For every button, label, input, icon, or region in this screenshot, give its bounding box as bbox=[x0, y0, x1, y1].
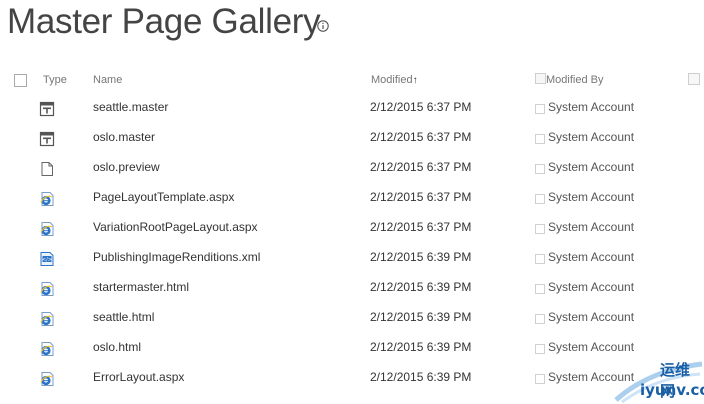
column-header-modified-by[interactable]: Modified By bbox=[546, 74, 603, 86]
column-checkbox[interactable] bbox=[688, 73, 700, 85]
table-row[interactable]: PageLayoutTemplate.aspx 2/12/2015 6:37 PM… bbox=[0, 184, 704, 214]
file-name-link[interactable]: PublishingImageRenditions.xml bbox=[93, 250, 260, 264]
table-row[interactable]: </> PublishingImageRenditions.xml 2/12/201… bbox=[0, 244, 704, 274]
generic-file-icon bbox=[39, 161, 55, 177]
user-presence-icon bbox=[535, 374, 545, 384]
user-presence-icon bbox=[535, 164, 545, 174]
table-row[interactable]: oslo.master 2/12/2015 6:37 PM System Accou… bbox=[0, 124, 704, 154]
modified-date: 2/12/2015 6:39 PM bbox=[370, 250, 472, 264]
file-name-link[interactable]: seattle.html bbox=[93, 310, 154, 324]
table-row[interactable]: startermaster.html 2/12/2015 6:39 PM Syste… bbox=[0, 274, 704, 304]
ie-page-icon bbox=[39, 371, 55, 387]
modified-by-link[interactable]: System Account bbox=[548, 220, 634, 234]
table-row[interactable]: oslo.html 2/12/2015 6:39 PM System Account bbox=[0, 334, 704, 364]
select-all-checkbox[interactable] bbox=[14, 74, 27, 87]
watermark-text-bottom: iyunv.com bbox=[640, 381, 704, 399]
table-row[interactable]: ErrorLayout.aspx 2/12/2015 6:39 PM System … bbox=[0, 364, 704, 394]
table-row[interactable]: oslo.preview 2/12/2015 6:37 PM System Acco… bbox=[0, 154, 704, 184]
column-header-type[interactable]: Type bbox=[43, 74, 67, 86]
user-presence-icon bbox=[535, 284, 545, 294]
file-name-link[interactable]: oslo.preview bbox=[93, 160, 160, 174]
modified-date: 2/12/2015 6:37 PM bbox=[370, 100, 472, 114]
modified-date: 2/12/2015 6:37 PM bbox=[370, 220, 472, 234]
column-header-modified[interactable]: Modified↑ bbox=[371, 74, 418, 86]
file-name-link[interactable]: startermaster.html bbox=[93, 280, 189, 294]
modified-date: 2/12/2015 6:39 PM bbox=[370, 310, 472, 324]
modified-by-link[interactable]: System Account bbox=[548, 160, 634, 174]
modified-by-link[interactable]: System Account bbox=[548, 130, 634, 144]
info-icon[interactable] bbox=[317, 20, 329, 32]
master-page-icon bbox=[39, 131, 55, 147]
svg-text:</>: </> bbox=[42, 257, 52, 263]
modified-by-link[interactable]: System Account bbox=[548, 250, 634, 264]
modified-date: 2/12/2015 6:39 PM bbox=[370, 370, 472, 384]
modified-date: 2/12/2015 6:37 PM bbox=[370, 190, 472, 204]
user-presence-icon bbox=[535, 104, 545, 114]
table-row[interactable]: VariationRootPageLayout.aspx 2/12/2015 6:… bbox=[0, 214, 704, 244]
xml-file-icon: </> bbox=[39, 251, 55, 267]
modified-date: 2/12/2015 6:39 PM bbox=[370, 280, 472, 294]
master-page-icon bbox=[39, 101, 55, 117]
sort-ascending-icon: ↑ bbox=[412, 75, 418, 86]
file-name-link[interactable]: ErrorLayout.aspx bbox=[93, 370, 184, 384]
column-checkbox[interactable] bbox=[535, 73, 546, 84]
file-name-link[interactable]: PageLayoutTemplate.aspx bbox=[93, 190, 234, 204]
ie-page-icon bbox=[39, 191, 55, 207]
ie-page-icon bbox=[39, 221, 55, 237]
file-name-link[interactable]: oslo.html bbox=[93, 340, 141, 354]
modified-date: 2/12/2015 6:37 PM bbox=[370, 160, 472, 174]
modified-by-link[interactable]: System Account bbox=[548, 100, 634, 114]
file-name-link[interactable]: oslo.master bbox=[93, 130, 155, 144]
user-presence-icon bbox=[535, 254, 545, 264]
ie-page-icon bbox=[39, 311, 55, 327]
ie-page-icon bbox=[39, 281, 55, 297]
column-header-modified-label: Modified bbox=[371, 74, 413, 86]
file-name-link[interactable]: seattle.master bbox=[93, 100, 168, 114]
modified-date: 2/12/2015 6:37 PM bbox=[370, 130, 472, 144]
modified-by-link[interactable]: System Account bbox=[548, 340, 634, 354]
modified-by-link[interactable]: System Account bbox=[548, 190, 634, 204]
user-presence-icon bbox=[535, 344, 545, 354]
user-presence-icon bbox=[535, 134, 545, 144]
modified-by-link[interactable]: System Account bbox=[548, 310, 634, 324]
user-presence-icon bbox=[535, 224, 545, 234]
table-row[interactable]: seattle.master 2/12/2015 6:37 PM System Ac… bbox=[0, 94, 704, 124]
column-header-name[interactable]: Name bbox=[93, 74, 122, 86]
modified-date: 2/12/2015 6:39 PM bbox=[370, 340, 472, 354]
file-name-link[interactable]: VariationRootPageLayout.aspx bbox=[93, 220, 258, 234]
table-row[interactable]: seattle.html 2/12/2015 6:39 PM System Acco… bbox=[0, 304, 704, 334]
ie-page-icon bbox=[39, 341, 55, 357]
modified-by-link[interactable]: System Account bbox=[548, 280, 634, 294]
page-title: Master Page Gallery bbox=[7, 2, 321, 41]
user-presence-icon bbox=[535, 314, 545, 324]
user-presence-icon bbox=[535, 194, 545, 204]
